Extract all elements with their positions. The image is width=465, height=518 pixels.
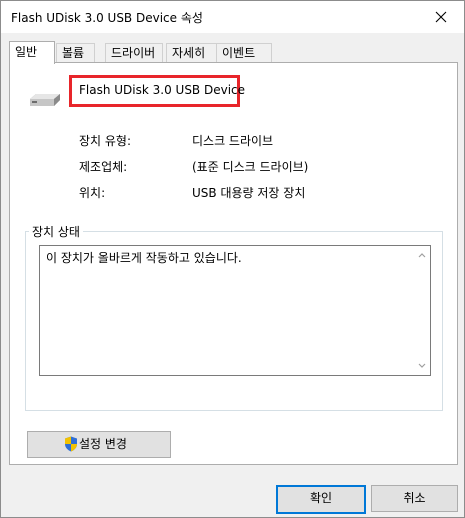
device-type-label: 장치 유형:	[79, 134, 132, 148]
properties-dialog: Flash UDisk 3.0 USB Device 속성 일반 볼륨 드라이버…	[0, 0, 465, 518]
close-button[interactable]	[418, 1, 464, 33]
status-scrollbar[interactable]	[414, 246, 430, 375]
manufacturer-value: (표준 디스크 드라이브)	[192, 160, 309, 174]
shield-icon	[65, 436, 77, 452]
location-label: 위치:	[79, 186, 106, 200]
tab-events[interactable]: 이벤트	[216, 43, 272, 63]
location-value: USB 대용량 저장 장치	[192, 186, 306, 200]
tab-details[interactable]: 자세히	[166, 43, 217, 63]
device-status-label: 장치 상태	[29, 223, 83, 240]
title-bar: Flash UDisk 3.0 USB Device 속성	[1, 1, 464, 33]
device-status-text: 이 장치가 올바르게 작동하고 있습니다.	[46, 251, 242, 265]
tab-driver[interactable]: 드라이버	[105, 43, 163, 63]
device-type-value: 디스크 드라이브	[192, 134, 274, 148]
change-settings-button[interactable]: 설정 변경	[27, 431, 171, 458]
change-settings-label: 설정 변경	[79, 437, 127, 451]
close-icon	[435, 11, 447, 23]
scroll-up-icon[interactable]	[418, 252, 426, 258]
ok-button[interactable]: 확인	[276, 485, 366, 514]
tab-general[interactable]: 일반	[9, 41, 55, 64]
tab-volume[interactable]: 볼륨	[56, 43, 95, 63]
drive-icon	[30, 94, 60, 106]
manufacturer-label: 제조업체:	[79, 160, 128, 174]
cancel-button[interactable]: 취소	[371, 485, 458, 512]
window-title: Flash UDisk 3.0 USB Device 속성	[11, 11, 203, 25]
scroll-down-icon[interactable]	[418, 363, 426, 369]
device-status-textbox[interactable]: 이 장치가 올바르게 작동하고 있습니다.	[39, 245, 431, 376]
device-name: Flash UDisk 3.0 USB Device	[79, 83, 246, 97]
tab-strip: 일반 볼륨 드라이버 자세히 이벤트	[9, 41, 458, 64]
general-panel: Flash UDisk 3.0 USB Device 장치 유형: 디스크 드라…	[9, 62, 458, 465]
device-name-box: Flash UDisk 3.0 USB Device	[69, 75, 245, 107]
